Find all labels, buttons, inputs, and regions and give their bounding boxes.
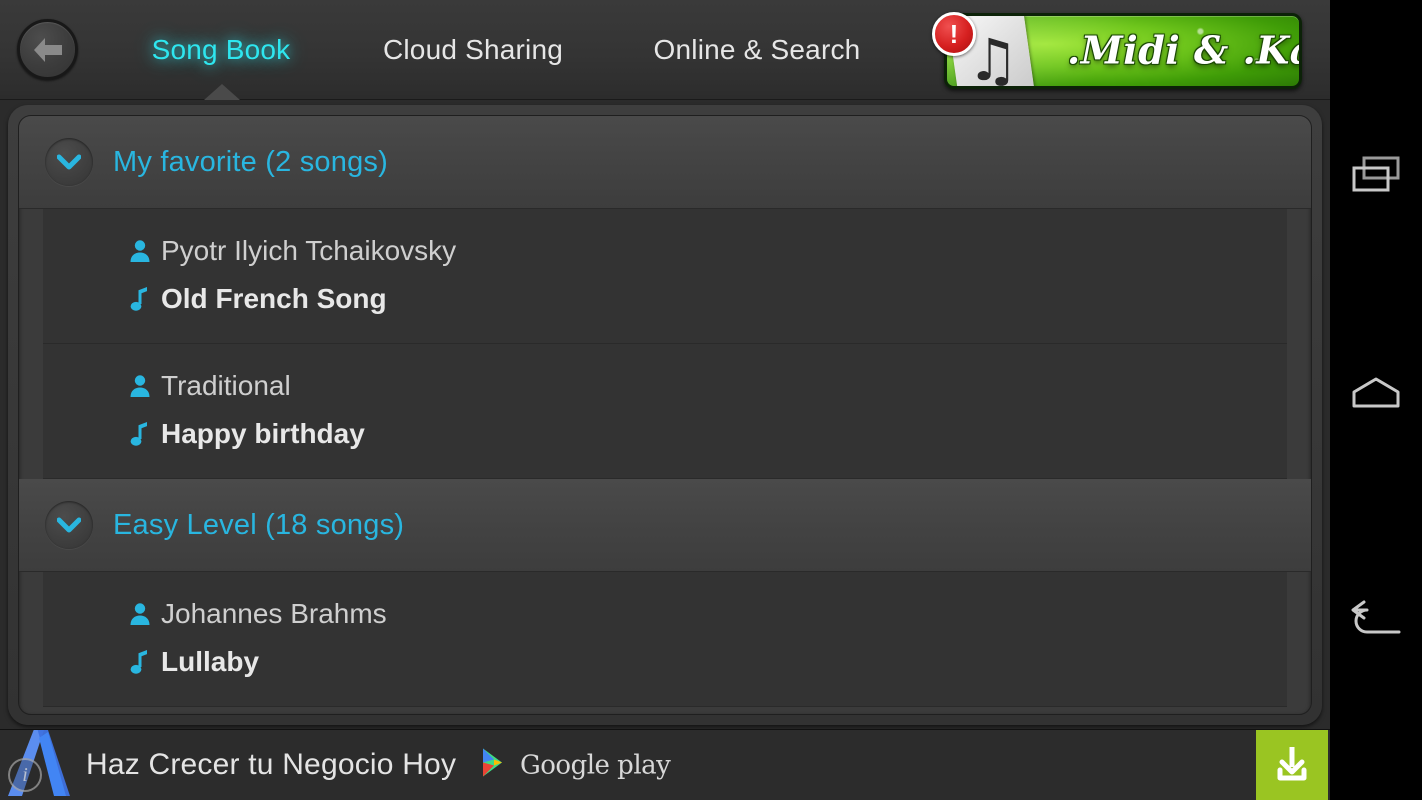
android-navigation-bar	[1330, 0, 1422, 800]
song-artist-row: Pyotr Ilyich Tchaikovsky	[43, 227, 1287, 275]
music-note-icon	[127, 648, 153, 676]
person-icon	[127, 237, 153, 265]
song-artist-row: Johannes Brahms	[43, 590, 1287, 638]
tab-online-search-label: Online & Search	[653, 34, 861, 65]
google-play-label: Google play	[520, 750, 671, 780]
ad-install-button[interactable]	[1256, 730, 1328, 800]
tab-online-search[interactable]: Online & Search	[614, 0, 900, 100]
song-title: Happy birthday	[161, 418, 365, 449]
song-list-item[interactable]: Pyotr Ilyich Tchaikovsky Old French Song	[43, 209, 1287, 344]
group-header-easy-level[interactable]: Easy Level (18 songs)	[19, 479, 1311, 572]
nav-back-button[interactable]	[1330, 575, 1422, 667]
song-artist-row: Traditional	[43, 362, 1287, 410]
back-button[interactable]	[17, 19, 78, 80]
song-title-row: Lullaby	[43, 638, 1287, 686]
arrow-left-icon	[31, 35, 65, 65]
artist-name: Johannes Brahms	[161, 598, 387, 629]
google-play-badge[interactable]: Google play	[480, 747, 671, 784]
tab-cloud-sharing[interactable]: Cloud Sharing	[332, 0, 614, 100]
song-title: Old French Song	[161, 283, 387, 314]
app-window: Song Book Cloud Sharing Online & Search …	[0, 0, 1330, 800]
artist-name: Pyotr Ilyich Tchaikovsky	[161, 235, 457, 266]
top-bar: Song Book Cloud Sharing Online & Search …	[0, 0, 1330, 100]
song-title-row: Happy birthday	[43, 410, 1287, 458]
tab-cloud-sharing-label: Cloud Sharing	[382, 34, 564, 65]
person-icon	[127, 600, 153, 628]
nav-recents-button[interactable]	[1330, 130, 1422, 222]
ad-headline: Haz Crecer tu Negocio Hoy	[86, 748, 457, 781]
ad-info-badge[interactable]: i	[8, 758, 42, 792]
person-icon	[127, 372, 153, 400]
song-list-item[interactable]: Johannes Brahms Lullaby	[43, 572, 1287, 707]
download-icon	[1272, 743, 1312, 788]
song-title-row: Old French Song	[43, 275, 1287, 323]
home-icon	[1348, 374, 1404, 419]
group-header-my-favorite[interactable]: My favorite (2 songs)	[19, 116, 1311, 209]
active-tab-indicator	[204, 84, 240, 100]
music-note-icon	[127, 420, 153, 448]
nav-home-button[interactable]	[1330, 350, 1422, 442]
music-note-icon	[127, 285, 153, 313]
back-arrow-icon	[1347, 598, 1405, 645]
chevron-down-icon[interactable]	[45, 138, 93, 186]
artist-name: Traditional	[161, 370, 291, 401]
song-list[interactable]: My favorite (2 songs) Pyotr Ilyich Tchai…	[19, 116, 1311, 714]
google-play-icon	[480, 747, 510, 784]
screen: Song Book Cloud Sharing Online & Search …	[0, 0, 1422, 800]
song-title: Lullaby	[161, 646, 260, 677]
song-list-item[interactable]: Traditional Happy birthday	[43, 344, 1287, 479]
group-title: My favorite (2 songs)	[113, 145, 388, 178]
content-panel: My favorite (2 songs) Pyotr Ilyich Tchai…	[8, 105, 1322, 725]
tab-song-book-label: Song Book	[151, 34, 291, 65]
group-title: Easy Level (18 songs)	[113, 508, 405, 541]
brand-name: .Midi & .Kar	[1067, 27, 1299, 73]
recents-icon	[1348, 152, 1404, 201]
brand-logo[interactable]: ♫ .Midi & .Kar	[944, 13, 1302, 89]
content-panel-inner: My favorite (2 songs) Pyotr Ilyich Tchai…	[18, 115, 1312, 715]
alert-badge[interactable]: !	[932, 12, 976, 56]
chevron-down-icon[interactable]	[45, 501, 93, 549]
ad-banner[interactable]: i Haz Crecer tu Negocio Hoy Google play	[0, 729, 1330, 800]
